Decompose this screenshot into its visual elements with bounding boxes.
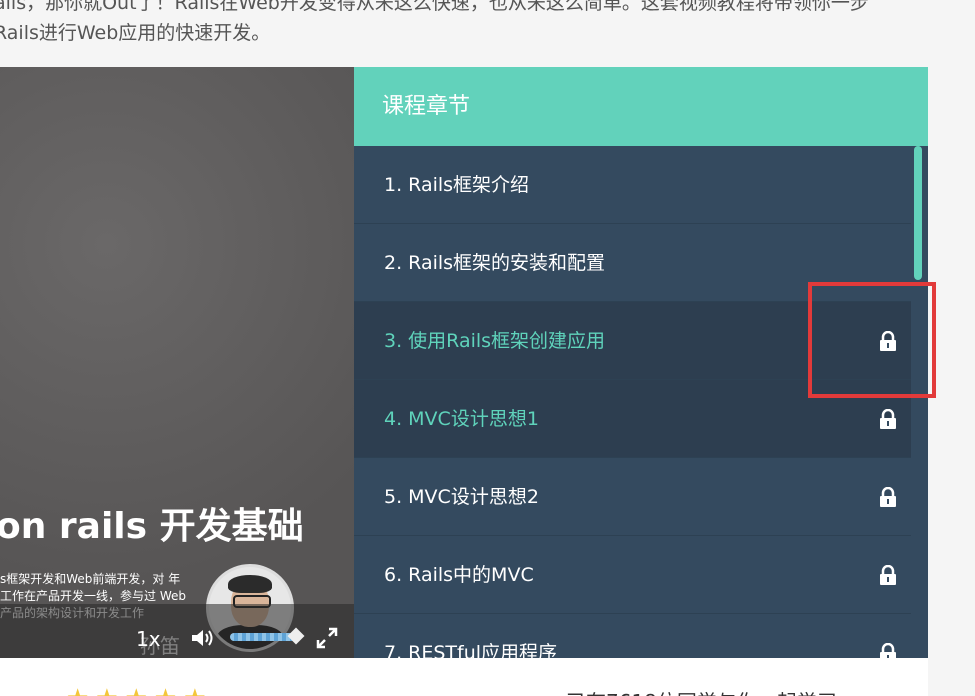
chapter-label: 4. MVC设计思想1 [384, 408, 539, 430]
intro-line-2: Rails进行Web应用的快速开发。 [0, 22, 271, 44]
chapter-label: 5. MVC设计思想2 [384, 486, 539, 508]
chapter-label: 2. Rails框架的安装和配置 [384, 252, 606, 274]
highlight-box [808, 282, 936, 398]
lock-icon [880, 409, 896, 429]
rating-stars: ★★★★★ [66, 684, 213, 696]
playback-speed-button[interactable]: 1x [136, 627, 161, 651]
lock-icon [880, 643, 896, 658]
video-course-title: on rails 开发基础 [0, 506, 304, 547]
learner-count-text: 已有7618位同学与你一起学习 [566, 686, 837, 696]
lock-icon [880, 565, 896, 585]
chapter-label: 3. 使用Rails框架创建应用 [384, 330, 606, 352]
course-intro: ails，那你就Out了！Rails在Web开发变得从未这么快速，也从未这么简单… [0, 0, 975, 48]
intro-line-1: ails，那你就Out了！Rails在Web开发变得从未这么快速，也从未这么简单… [0, 0, 869, 14]
lock-icon [880, 487, 896, 507]
volume-slider[interactable] [230, 633, 296, 641]
chapter-list-scrollbar[interactable] [914, 146, 922, 280]
video-player[interactable]: on rails 开发基础 s框架开发和Web前端开发，对 年工作在产品开发一线… [0, 67, 354, 658]
chapter-label: 7. RESTful应用程序 [384, 642, 558, 658]
chapter-item-1[interactable]: 1. Rails框架介绍 [354, 146, 911, 224]
chapter-item-6[interactable]: 6. Rails中的MVC [354, 536, 911, 614]
chapter-item-5[interactable]: 5. MVC设计思想2 [354, 458, 911, 536]
fullscreen-icon[interactable] [316, 627, 338, 649]
course-stats-bar: ★★★★★ 已有7618位同学与你一起学习 [0, 658, 928, 696]
volume-icon[interactable] [190, 627, 216, 649]
chapter-item-7[interactable]: 7. RESTful应用程序 [354, 614, 911, 658]
chapter-panel-title: 课程章节 [354, 67, 928, 146]
chapter-label: 6. Rails中的MVC [384, 564, 534, 586]
chapter-label: 1. Rails框架介绍 [384, 174, 530, 196]
